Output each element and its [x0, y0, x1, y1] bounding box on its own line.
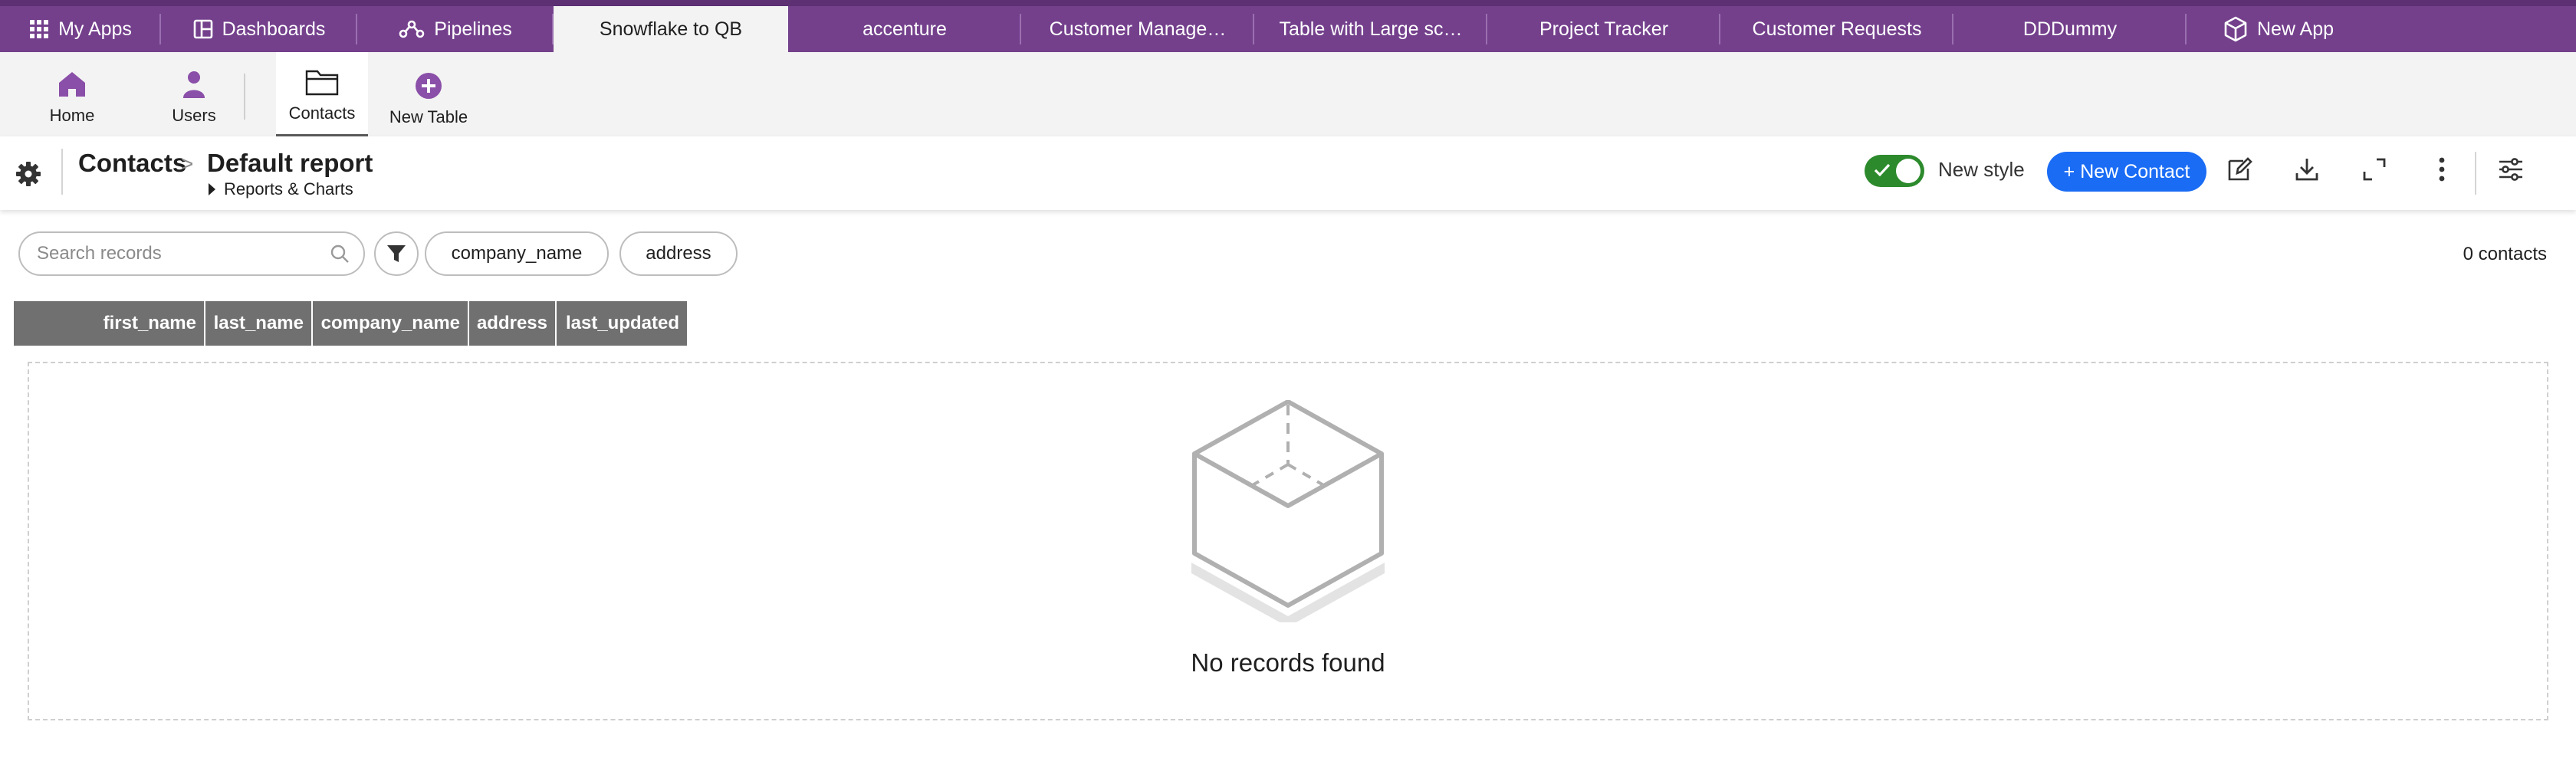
new-table-nav-item[interactable]: New Table: [368, 52, 489, 136]
app-tab-accenture[interactable]: accenture: [788, 6, 1021, 52]
header-divider-right: [2475, 152, 2476, 195]
reports-charts-toggle[interactable]: Reports & Charts: [209, 179, 353, 199]
pipelines-tab[interactable]: Pipelines: [357, 6, 554, 52]
column-header-first-name[interactable]: first_name: [14, 301, 205, 346]
settings-gear-icon[interactable]: [15, 161, 41, 187]
record-count: 0 contacts: [2463, 244, 2547, 264]
dashboards-tab[interactable]: Dashboards: [161, 6, 357, 52]
report-header: Contacts > Default report Reports & Char…: [0, 136, 2576, 210]
column-header-company-name[interactable]: company_name: [313, 301, 469, 346]
my-apps-label: My Apps: [58, 18, 132, 40]
filter-chip-address[interactable]: address: [619, 231, 738, 276]
breadcrumb-report: Default report: [207, 149, 373, 177]
column-header-address[interactable]: address: [469, 301, 557, 346]
toggle-knob: [1896, 159, 1921, 183]
empty-state-message: No records found: [1191, 648, 1385, 677]
search-icon[interactable]: [330, 244, 350, 264]
new-contact-button[interactable]: + New Contact: [2047, 152, 2206, 192]
pipelines-icon: [399, 19, 425, 39]
home-label: Home: [49, 106, 95, 125]
app-top-bar: My Apps Dashboards Pipelines Snowflake t…: [0, 0, 2576, 52]
app-tab-dddummy[interactable]: DDDummy: [1953, 6, 2187, 52]
grid-icon: [29, 19, 49, 39]
edit-report-icon[interactable]: [2226, 156, 2252, 182]
app-tab-snowflake-to-qb[interactable]: Snowflake to QB: [554, 6, 788, 52]
user-icon: [182, 71, 206, 98]
filter-button[interactable]: [374, 231, 419, 276]
new-app-label: New App: [2256, 18, 2334, 40]
app-tab-project-tracker[interactable]: Project Tracker: [1487, 6, 1720, 52]
app-tab-customer-requests[interactable]: Customer Requests: [1720, 6, 1953, 52]
search-input[interactable]: [35, 242, 330, 265]
new-style-toggle[interactable]: [1865, 155, 1924, 187]
pipelines-label: Pipelines: [434, 18, 512, 40]
breadcrumb-separator: >: [181, 152, 194, 176]
dashboards-label: Dashboards: [222, 18, 326, 40]
dashboard-icon: [193, 19, 213, 39]
app-tab-customer-manage[interactable]: Customer Manage…: [1021, 6, 1254, 52]
empty-state: No records found: [28, 362, 2548, 720]
app-tab-table-with-large-sc[interactable]: Table with Large sc…: [1254, 6, 1487, 52]
expand-icon[interactable]: [2361, 156, 2387, 182]
sliders-settings-icon[interactable]: [2498, 156, 2524, 182]
column-header-last-name[interactable]: last_name: [205, 301, 313, 346]
column-header-last-updated[interactable]: last_updated: [557, 301, 687, 346]
new-style-label: New style: [1938, 158, 2025, 181]
empty-box-icon: [1191, 400, 1385, 622]
nav-divider: [244, 74, 245, 120]
users-nav-item[interactable]: Users: [144, 52, 244, 136]
contacts-label: Contacts: [288, 103, 356, 123]
table-header: first_name last_name company_name addres…: [14, 301, 687, 346]
contacts-nav-item[interactable]: Contacts: [276, 52, 368, 136]
header-divider: [61, 149, 63, 195]
cube-icon: [2223, 16, 2248, 42]
plus-circle-icon: [415, 72, 442, 100]
reports-charts-label: Reports & Charts: [224, 179, 353, 198]
users-label: Users: [172, 106, 216, 125]
app-navigation-bar: Home Users Contacts New Table: [0, 52, 2576, 136]
my-apps-tab[interactable]: My Apps: [0, 6, 161, 52]
new-app-tab[interactable]: New App: [2187, 6, 2371, 52]
check-icon: [1874, 163, 1891, 177]
home-nav-item[interactable]: Home: [0, 52, 144, 136]
folder-icon: [305, 68, 339, 96]
download-icon[interactable]: [2294, 156, 2320, 182]
filter-chip-company-name[interactable]: company_name: [425, 231, 609, 276]
search-box: [18, 231, 365, 276]
home-icon: [58, 71, 87, 98]
new-table-label: New Table: [389, 107, 468, 126]
funnel-icon: [387, 245, 406, 262]
caret-right-icon: [209, 183, 215, 195]
more-options-icon[interactable]: [2429, 156, 2455, 182]
breadcrumb-table[interactable]: Contacts: [78, 149, 186, 178]
